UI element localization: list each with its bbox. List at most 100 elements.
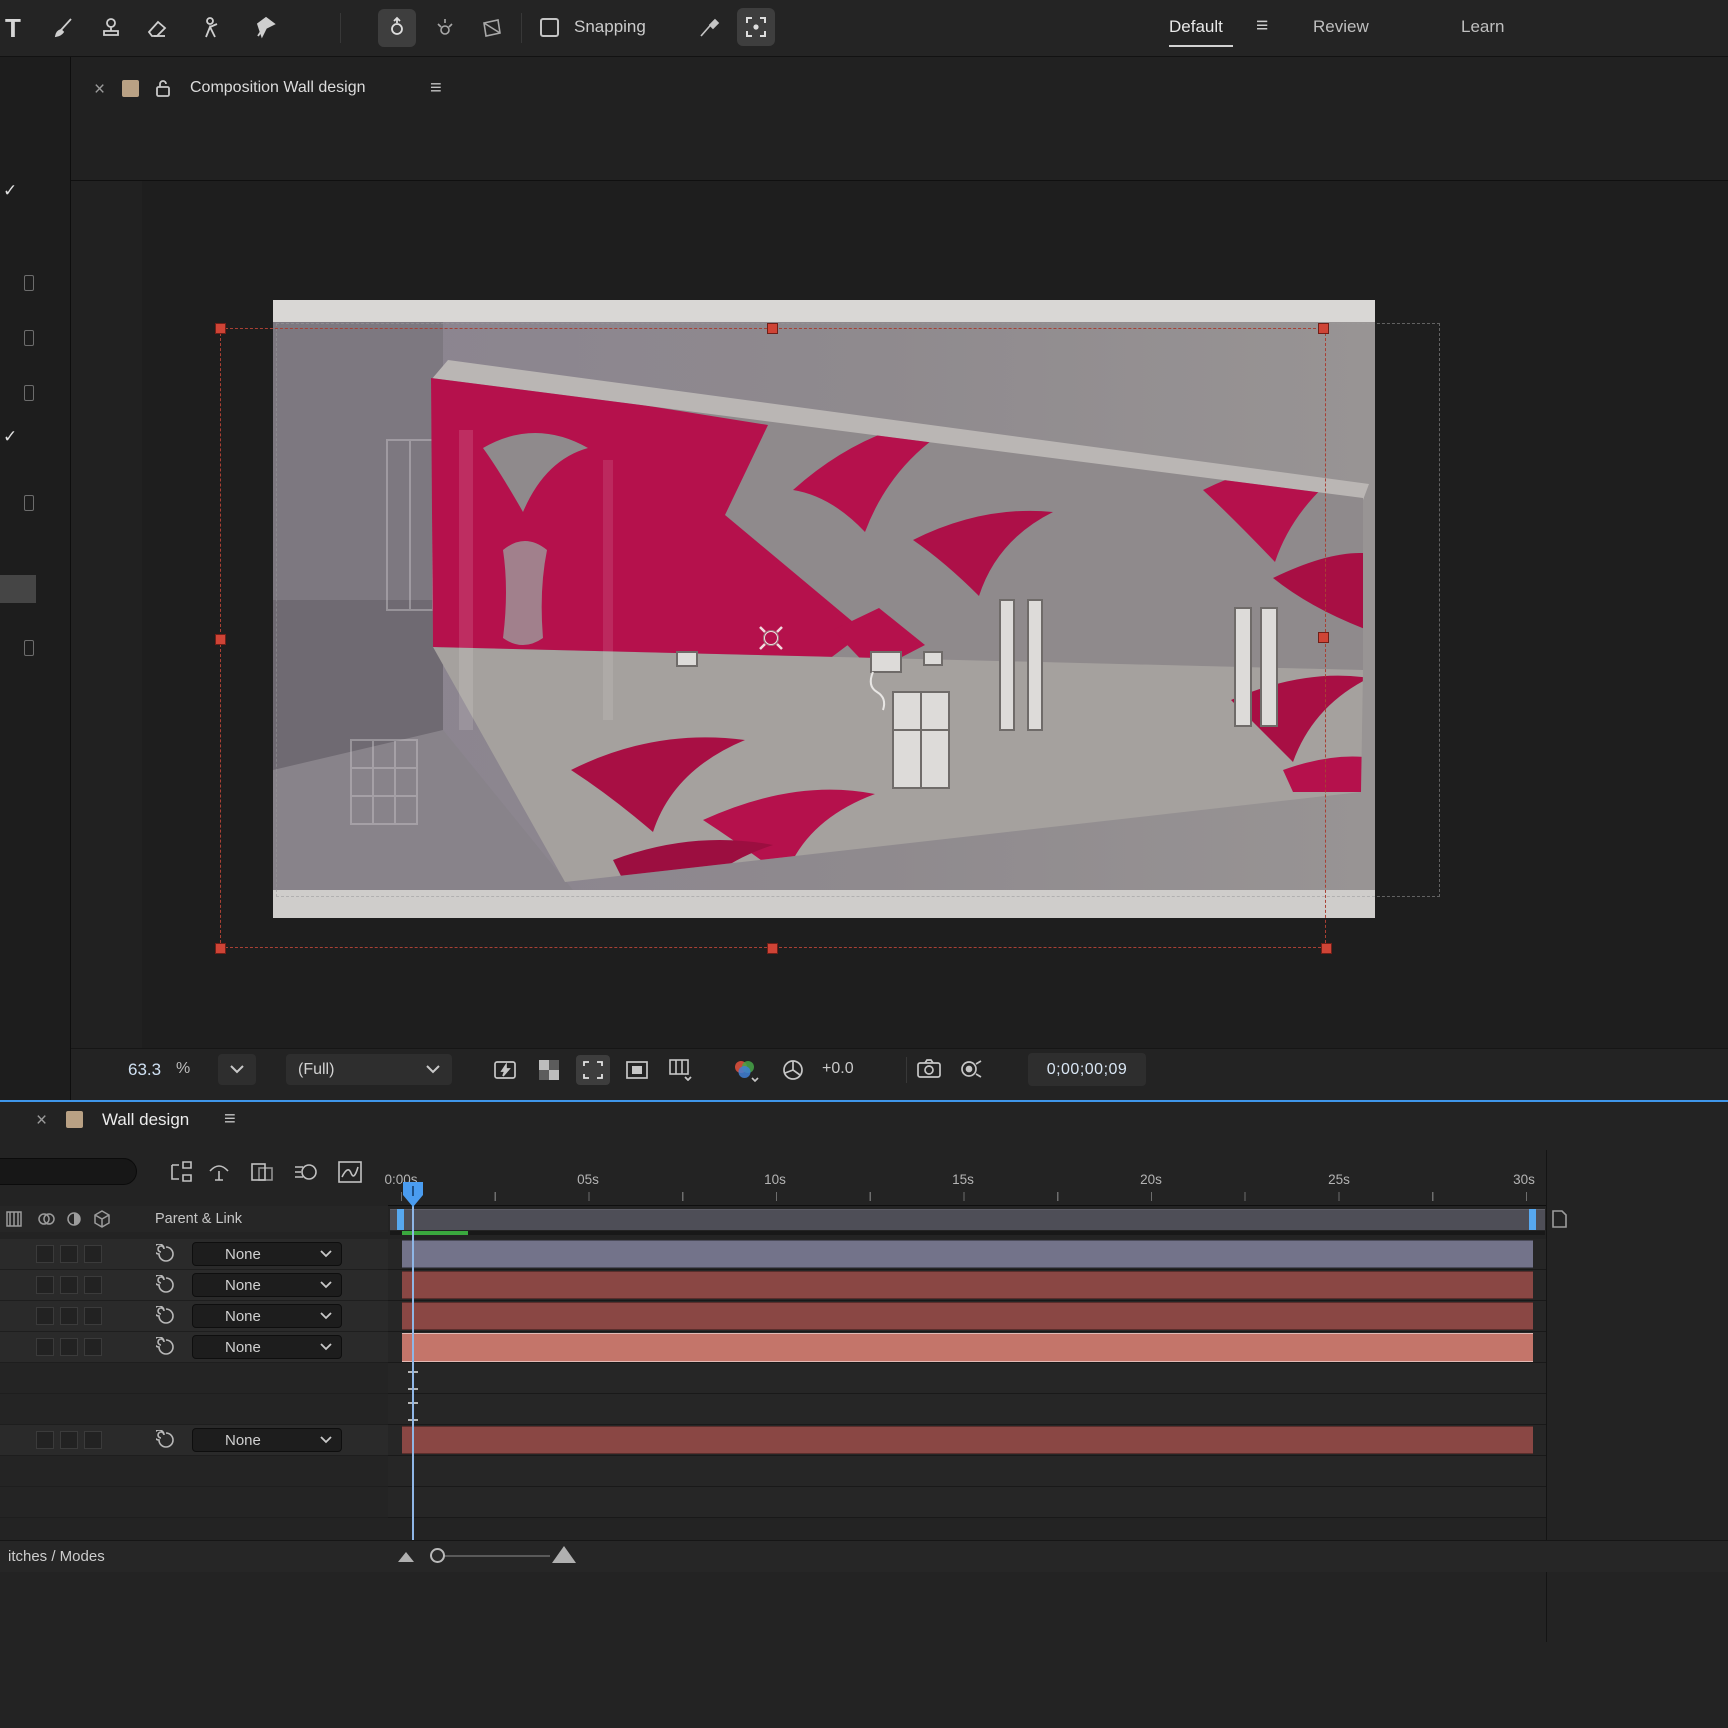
pick-whip-icon[interactable] — [156, 1306, 176, 1326]
pick-whip-icon[interactable] — [156, 1337, 176, 1357]
workspace-menu-icon[interactable]: ≡ — [1256, 14, 1268, 38]
layer-duration-bar[interactable] — [402, 1302, 1533, 1330]
transform-handle-top-center[interactable] — [767, 323, 778, 334]
video-column-icon[interactable] — [6, 1209, 26, 1229]
transparency-grid-icon[interactable] — [532, 1055, 566, 1085]
comp-panel-tab-title[interactable]: Composition Wall design — [190, 79, 365, 97]
clone-stamp-tool-icon[interactable] — [92, 9, 130, 47]
layer-switch[interactable] — [84, 1338, 102, 1356]
snapshot-camera-icon[interactable] — [917, 1059, 941, 1079]
region-of-interest-icon[interactable] — [737, 8, 775, 46]
toggle-switches-modes-label[interactable]: itches / Modes — [8, 1548, 105, 1565]
workspace-tab-learn[interactable]: Learn — [1461, 17, 1504, 37]
zoom-dropdown-button[interactable] — [218, 1054, 256, 1085]
exposure-icon[interactable] — [782, 1059, 804, 1081]
playhead-line[interactable] — [412, 1206, 414, 1542]
brush-tool-icon[interactable] — [44, 9, 82, 47]
pick-whip-icon[interactable] — [156, 1244, 176, 1264]
pick-whip-icon[interactable] — [156, 1275, 176, 1295]
layer-switch[interactable] — [60, 1338, 78, 1356]
transform-handle-bottom-right[interactable] — [1321, 943, 1332, 954]
fast-previews-icon[interactable] — [488, 1055, 522, 1085]
layer-switch[interactable] — [36, 1307, 54, 1325]
layer-duration-bar[interactable] — [402, 1333, 1533, 1362]
eraser-tool-icon[interactable] — [138, 9, 176, 47]
shy-layers-icon[interactable] — [205, 1158, 233, 1186]
work-area-bar[interactable] — [390, 1209, 1545, 1230]
layer-switch[interactable] — [60, 1245, 78, 1263]
timeline-zoom-knob[interactable] — [430, 1548, 445, 1563]
layer-duration-bar[interactable] — [402, 1426, 1533, 1454]
dolly-camera-tool-icon[interactable] — [474, 9, 512, 47]
ruler-tick-label: 15s — [933, 1172, 993, 1187]
close-icon[interactable]: × — [36, 1111, 47, 1130]
parent-link-dropdown[interactable]: None — [192, 1335, 342, 1359]
zoom-value[interactable]: 63.3 — [128, 1060, 161, 1080]
region-box-icon[interactable] — [620, 1055, 654, 1085]
panel-menu-icon[interactable]: ≡ — [430, 77, 442, 100]
transform-handle-mid-left[interactable] — [215, 634, 226, 645]
layer-switch[interactable] — [60, 1307, 78, 1325]
current-timecode[interactable]: 0;00;00;09 — [1028, 1053, 1146, 1086]
channel-rgb-icon[interactable] — [731, 1058, 761, 1084]
close-icon[interactable]: × — [94, 80, 105, 99]
transform-handle-top-left[interactable] — [215, 323, 226, 334]
playhead-handle[interactable] — [403, 1182, 423, 1208]
pick-whip-icon[interactable] — [156, 1430, 176, 1450]
contrast-column-icon[interactable] — [64, 1209, 84, 1229]
empty-row — [0, 1363, 1546, 1394]
parent-link-dropdown[interactable]: None — [192, 1242, 342, 1266]
timeline-search-input[interactable] — [0, 1158, 137, 1185]
layer-switch[interactable] — [36, 1431, 54, 1449]
parent-link-dropdown[interactable]: None — [192, 1273, 342, 1297]
parent-link-dropdown[interactable]: None — [192, 1304, 342, 1328]
show-snapshot-icon[interactable] — [959, 1059, 983, 1079]
exposure-value[interactable]: +0.0 — [822, 1060, 854, 1078]
puppet-pin-tool-icon[interactable] — [192, 9, 230, 47]
layer-switch[interactable] — [84, 1307, 102, 1325]
layer-switch[interactable] — [36, 1245, 54, 1263]
anchor-point-icon[interactable] — [756, 623, 786, 653]
timeline-ruler[interactable] — [401, 1192, 1536, 1201]
layer-switch[interactable] — [60, 1276, 78, 1294]
transform-handle-bottom-left[interactable] — [215, 943, 226, 954]
mask-visibility-icon[interactable] — [576, 1055, 610, 1085]
timeline-tab-title[interactable]: Wall design — [102, 1110, 189, 1130]
layer-switch[interactable] — [36, 1338, 54, 1356]
pin-tool-icon[interactable] — [246, 9, 284, 47]
layer-switch[interactable] — [36, 1276, 54, 1294]
work-area-end-handle[interactable] — [1529, 1209, 1536, 1230]
frame-blend-icon[interactable] — [248, 1158, 276, 1186]
parent-link-header[interactable]: Parent & Link — [155, 1211, 242, 1227]
zoom-out-mountain-icon[interactable] — [398, 1549, 414, 1562]
layer-switch[interactable] — [84, 1245, 102, 1263]
resolution-dropdown[interactable]: (Full) — [286, 1054, 452, 1085]
grid-guides-icon[interactable] — [664, 1055, 698, 1085]
snapping-checkbox[interactable] — [540, 18, 559, 37]
pen-snap-icon[interactable] — [690, 9, 728, 47]
panel-menu-icon[interactable]: ≡ — [224, 1108, 236, 1131]
zoom-in-mountain-icon[interactable] — [552, 1544, 576, 1563]
graph-editor-icon[interactable] — [336, 1158, 364, 1186]
transform-handle-top-right[interactable] — [1318, 323, 1329, 334]
pan-camera-tool-icon[interactable] — [426, 9, 464, 47]
orbit-camera-tool-icon[interactable] — [378, 9, 416, 47]
layer-duration-bar[interactable] — [402, 1240, 1533, 1268]
composition-mini-flowchart-icon[interactable] — [166, 1158, 194, 1186]
motion-blur-icon[interactable] — [292, 1158, 320, 1186]
comp-marker-icon[interactable] — [1551, 1210, 1567, 1228]
layer-switch[interactable] — [60, 1431, 78, 1449]
workspace-tab-default[interactable]: Default — [1169, 17, 1223, 37]
layer-duration-bar[interactable] — [402, 1271, 1533, 1299]
timeline-zoom-slider[interactable] — [432, 1555, 550, 1557]
layer-switch[interactable] — [84, 1431, 102, 1449]
blend-mode-column-icon[interactable] — [36, 1209, 56, 1229]
layer-switch[interactable] — [84, 1276, 102, 1294]
parent-link-dropdown[interactable]: None — [192, 1428, 342, 1452]
3d-layer-column-icon[interactable] — [92, 1209, 112, 1229]
workspace-tab-review[interactable]: Review — [1313, 17, 1369, 37]
work-area-start-handle[interactable] — [397, 1209, 404, 1230]
transform-handle-bottom-center[interactable] — [767, 943, 778, 954]
transform-handle-mid-right[interactable] — [1318, 632, 1329, 643]
type-tool-icon[interactable]: T — [0, 9, 32, 47]
